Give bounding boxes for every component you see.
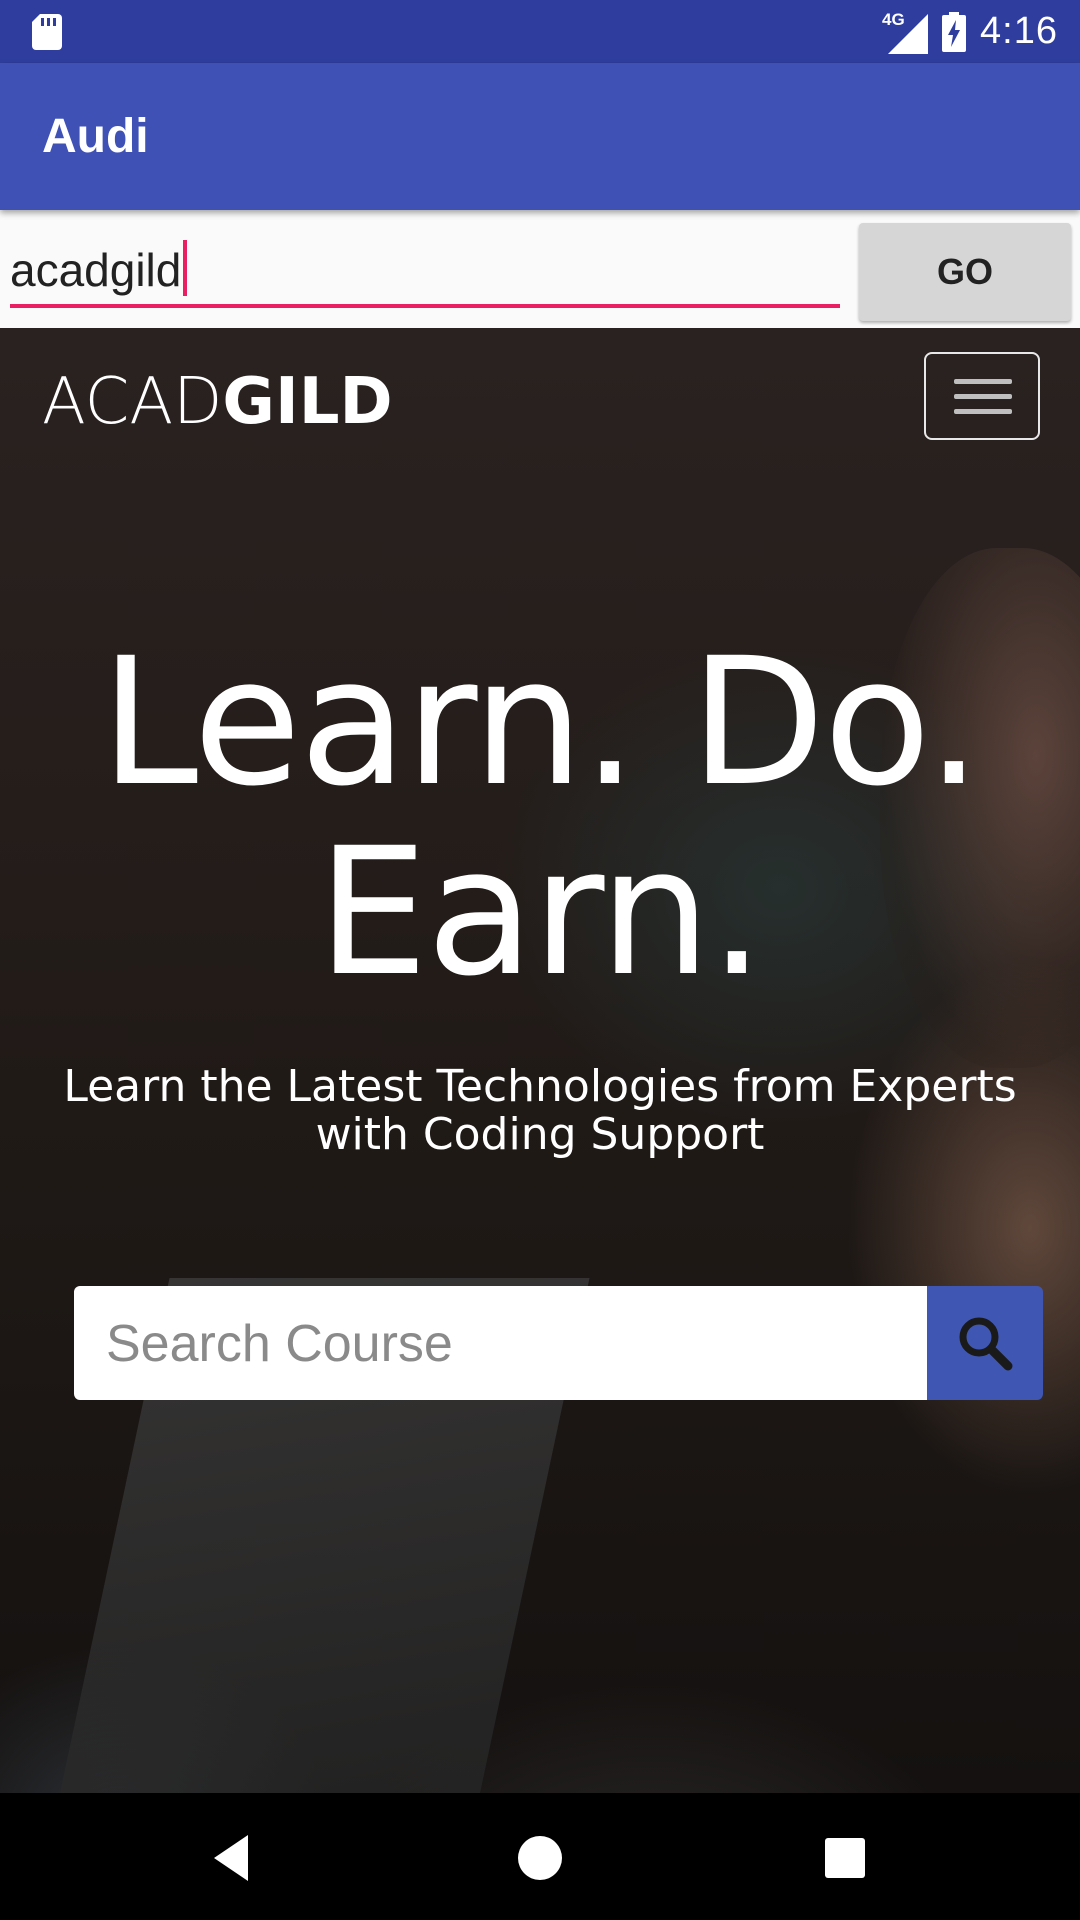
signal-icon — [888, 13, 929, 54]
menu-toggle-button[interactable] — [924, 352, 1040, 440]
hamburger-icon — [954, 409, 1012, 414]
sd-card-icon — [32, 14, 62, 50]
hero-subheading: Learn the Latest Technologies from Exper… — [63, 1061, 1017, 1160]
course-search-button[interactable] — [927, 1286, 1043, 1400]
url-input-text: acadgild — [10, 240, 188, 297]
go-button[interactable]: GO — [859, 223, 1071, 321]
app-bar: Audi — [0, 63, 1080, 210]
home-icon[interactable] — [505, 1823, 575, 1893]
signal-indicator: 4G — [882, 10, 929, 54]
acadgild-logo[interactable]: ACADGILD — [42, 365, 393, 439]
text-cursor — [183, 240, 188, 296]
logo-light-text: ACAD — [42, 365, 223, 439]
hero-headline: Learn. Do. Earn. — [0, 628, 1080, 1008]
search-icon — [959, 1317, 1013, 1371]
logo-bold-text: GILD — [222, 365, 393, 439]
course-search-input[interactable]: Search Course — [74, 1286, 928, 1400]
hamburger-icon — [954, 379, 1012, 384]
recents-icon[interactable] — [810, 1823, 880, 1893]
battery-charging-icon — [942, 11, 967, 52]
app-title: Audi — [42, 110, 149, 163]
headline-line-2: Earn. — [317, 810, 765, 1015]
headline-line-1: Learn. Do. — [100, 620, 982, 825]
hamburger-icon — [954, 394, 1012, 399]
webview-hero: ACADGILD Learn. Do. Earn. Learn the Late… — [0, 328, 1080, 1793]
status-bar: 4G 4:16 — [0, 0, 1080, 63]
system-nav-bar — [0, 1793, 1080, 1920]
clock: 4:16 — [980, 10, 1058, 52]
back-icon[interactable] — [200, 1823, 270, 1893]
search-placeholder: Search Course — [106, 1315, 453, 1373]
url-value: acadgild — [10, 244, 182, 296]
